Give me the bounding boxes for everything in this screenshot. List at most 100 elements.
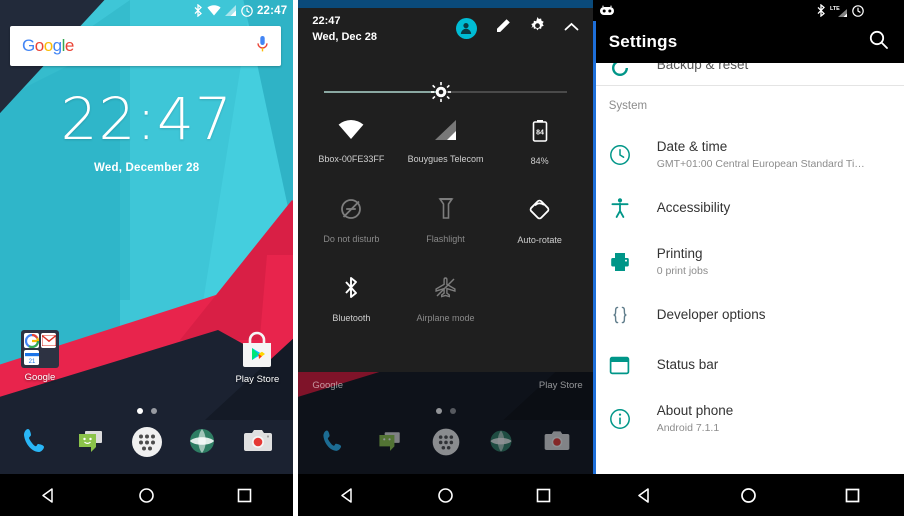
dock-all-apps-button[interactable] — [125, 420, 169, 464]
settings-left-edge-accent — [592, 21, 596, 474]
search-icon[interactable] — [869, 30, 888, 54]
google-search-widget[interactable]: Google — [10, 26, 282, 66]
quick-settings-nav-bar — [298, 474, 593, 516]
signal-icon — [224, 5, 237, 16]
page-title: Settings — [608, 32, 678, 51]
airplane-icon — [434, 276, 457, 304]
home-screen-panel: 22:47 Google 22:47 Wed, December 28 21 G… — [0, 0, 294, 516]
accessibility-icon — [609, 197, 657, 219]
home-app-play-store-label: Play Store — [235, 374, 280, 385]
list-item-date-time-title: Date & time — [656, 139, 728, 155]
settings-gear-icon[interactable] — [529, 17, 546, 39]
auto-rotate-icon — [528, 198, 551, 226]
list-item-backup-reset[interactable]: Backup & reset — [592, 63, 904, 85]
qs-tile-do-not-disturb[interactable]: Do not disturb — [304, 198, 398, 254]
qs-tile-auto-rotate[interactable]: Auto-rotate — [493, 198, 587, 254]
dock-camera-icon — [535, 420, 579, 464]
list-item-accessibility[interactable]: Accessibility — [592, 183, 904, 233]
battery-icon: 84 — [532, 120, 548, 147]
dimmed-app-label: Play Store — [538, 380, 583, 391]
dimmed-folder-label: Google — [312, 380, 343, 391]
google-logo: Google — [22, 36, 74, 55]
home-button[interactable] — [428, 477, 464, 513]
settings-status-bar: LTE 12:20 — [592, 0, 904, 21]
bluetooth-icon — [344, 276, 359, 304]
home-button[interactable] — [730, 477, 766, 513]
clock-widget[interactable]: 22:47 Wed, December 28 — [0, 90, 293, 174]
recents-button[interactable] — [526, 477, 562, 513]
collapse-chevron-icon[interactable] — [564, 19, 579, 37]
dock-browser-icon[interactable] — [180, 420, 224, 464]
gmail-icon — [41, 333, 56, 348]
dimmed-dock — [298, 414, 592, 470]
clock-date: Wed, December 28 — [94, 162, 200, 174]
list-item-backup-reset-title: Backup & reset — [656, 63, 749, 72]
flashlight-icon — [437, 197, 454, 225]
mic-icon[interactable] — [256, 35, 269, 58]
dock-camera-icon[interactable] — [236, 420, 280, 464]
list-item-printing-subtitle: 0 print jobs — [656, 264, 709, 277]
backup-icon — [609, 63, 657, 79]
back-button[interactable] — [329, 477, 365, 513]
lte-icon: LTE — [830, 4, 848, 17]
settings-nav-bar — [592, 474, 904, 516]
qs-tile-auto-rotate-label: Auto-rotate — [517, 235, 562, 245]
home-folder-google[interactable]: 21 Google — [12, 330, 68, 383]
list-item-date-time[interactable]: Date & time GMT+01:00 Central European S… — [592, 126, 904, 183]
screenshot-stage: 22:47 Google 22:47 Wed, December 28 21 G… — [0, 0, 904, 516]
dock-messaging-icon — [368, 420, 412, 464]
list-item-date-time-subtitle: GMT+01:00 Central European Standard Ti… — [656, 157, 865, 170]
brightness-knob[interactable] — [430, 82, 451, 102]
qs-tile-signal-label: Bouygues Telecom — [407, 154, 484, 164]
list-item-developer-options[interactable]: Developer options — [592, 290, 904, 340]
home-status-time: 22:47 — [256, 4, 288, 17]
status-bar-icon — [609, 355, 657, 376]
qs-tile-wifi-label: Bbox-00FE33FF — [318, 154, 385, 164]
list-item-printing[interactable]: Printing 0 print jobs — [592, 233, 904, 290]
quick-settings-header: 22:47 Wed, Dec 28 — [298, 10, 592, 62]
qs-tile-bluetooth[interactable]: Bluetooth — [304, 276, 398, 332]
folder-preview: 21 — [21, 330, 59, 368]
bluetooth-icon — [817, 4, 826, 17]
dock-messaging-icon[interactable] — [69, 420, 113, 464]
section-header-system: System — [592, 86, 904, 126]
clock-time: 22:47 — [60, 85, 233, 153]
list-item-accessibility-title: Accessibility — [656, 200, 731, 216]
back-button[interactable] — [627, 477, 663, 513]
user-avatar[interactable] — [455, 17, 477, 39]
qs-tile-battery[interactable]: 84 84% — [493, 120, 587, 176]
qs-date-time: 22:47 Wed, Dec 28 — [312, 14, 377, 46]
svg-text:84: 84 — [536, 130, 544, 137]
qs-tile-flashlight[interactable]: Flashlight — [398, 197, 492, 254]
qs-tile-battery-label: 84% — [530, 156, 549, 166]
home-app-play-store[interactable]: Play Store — [229, 330, 285, 385]
wifi-icon — [338, 120, 364, 145]
settings-app-bar: Settings — [592, 21, 904, 63]
recents-button[interactable] — [834, 477, 870, 513]
alarm-icon — [241, 4, 253, 17]
qs-date: Wed, Dec 28 — [312, 30, 377, 43]
dock-phone-icon[interactable] — [14, 420, 58, 464]
edit-icon[interactable] — [495, 18, 511, 39]
dock-all-apps-button — [424, 420, 468, 464]
back-button[interactable] — [31, 477, 67, 513]
list-item-about-phone[interactable]: About phone Android 7.1.1 — [592, 390, 904, 447]
qs-tile-airplane-mode[interactable]: Airplane mode — [398, 276, 492, 332]
qs-tile-wifi[interactable]: Bbox-00FE33FF — [304, 120, 398, 176]
list-item-status-bar[interactable]: Status bar — [592, 340, 904, 390]
home-folder-google-label: Google — [24, 372, 56, 383]
qs-tile-bluetooth-label: Bluetooth — [332, 313, 371, 323]
recents-button[interactable] — [226, 477, 262, 513]
settings-list[interactable]: Backup & reset System Date & time GMT+01… — [592, 63, 904, 474]
dock-browser-icon — [479, 420, 523, 464]
svg-text:21: 21 — [28, 359, 35, 365]
alarm-icon — [851, 4, 864, 17]
qs-time: 22:47 — [312, 15, 341, 27]
list-item-developer-options-title: Developer options — [656, 307, 766, 323]
wifi-icon — [207, 5, 221, 16]
home-button[interactable] — [129, 477, 165, 513]
folder-empty-slot — [41, 350, 56, 365]
home-dock — [0, 414, 293, 470]
brightness-slider[interactable] — [324, 82, 567, 102]
qs-tile-signal[interactable]: Bouygues Telecom — [398, 120, 492, 176]
